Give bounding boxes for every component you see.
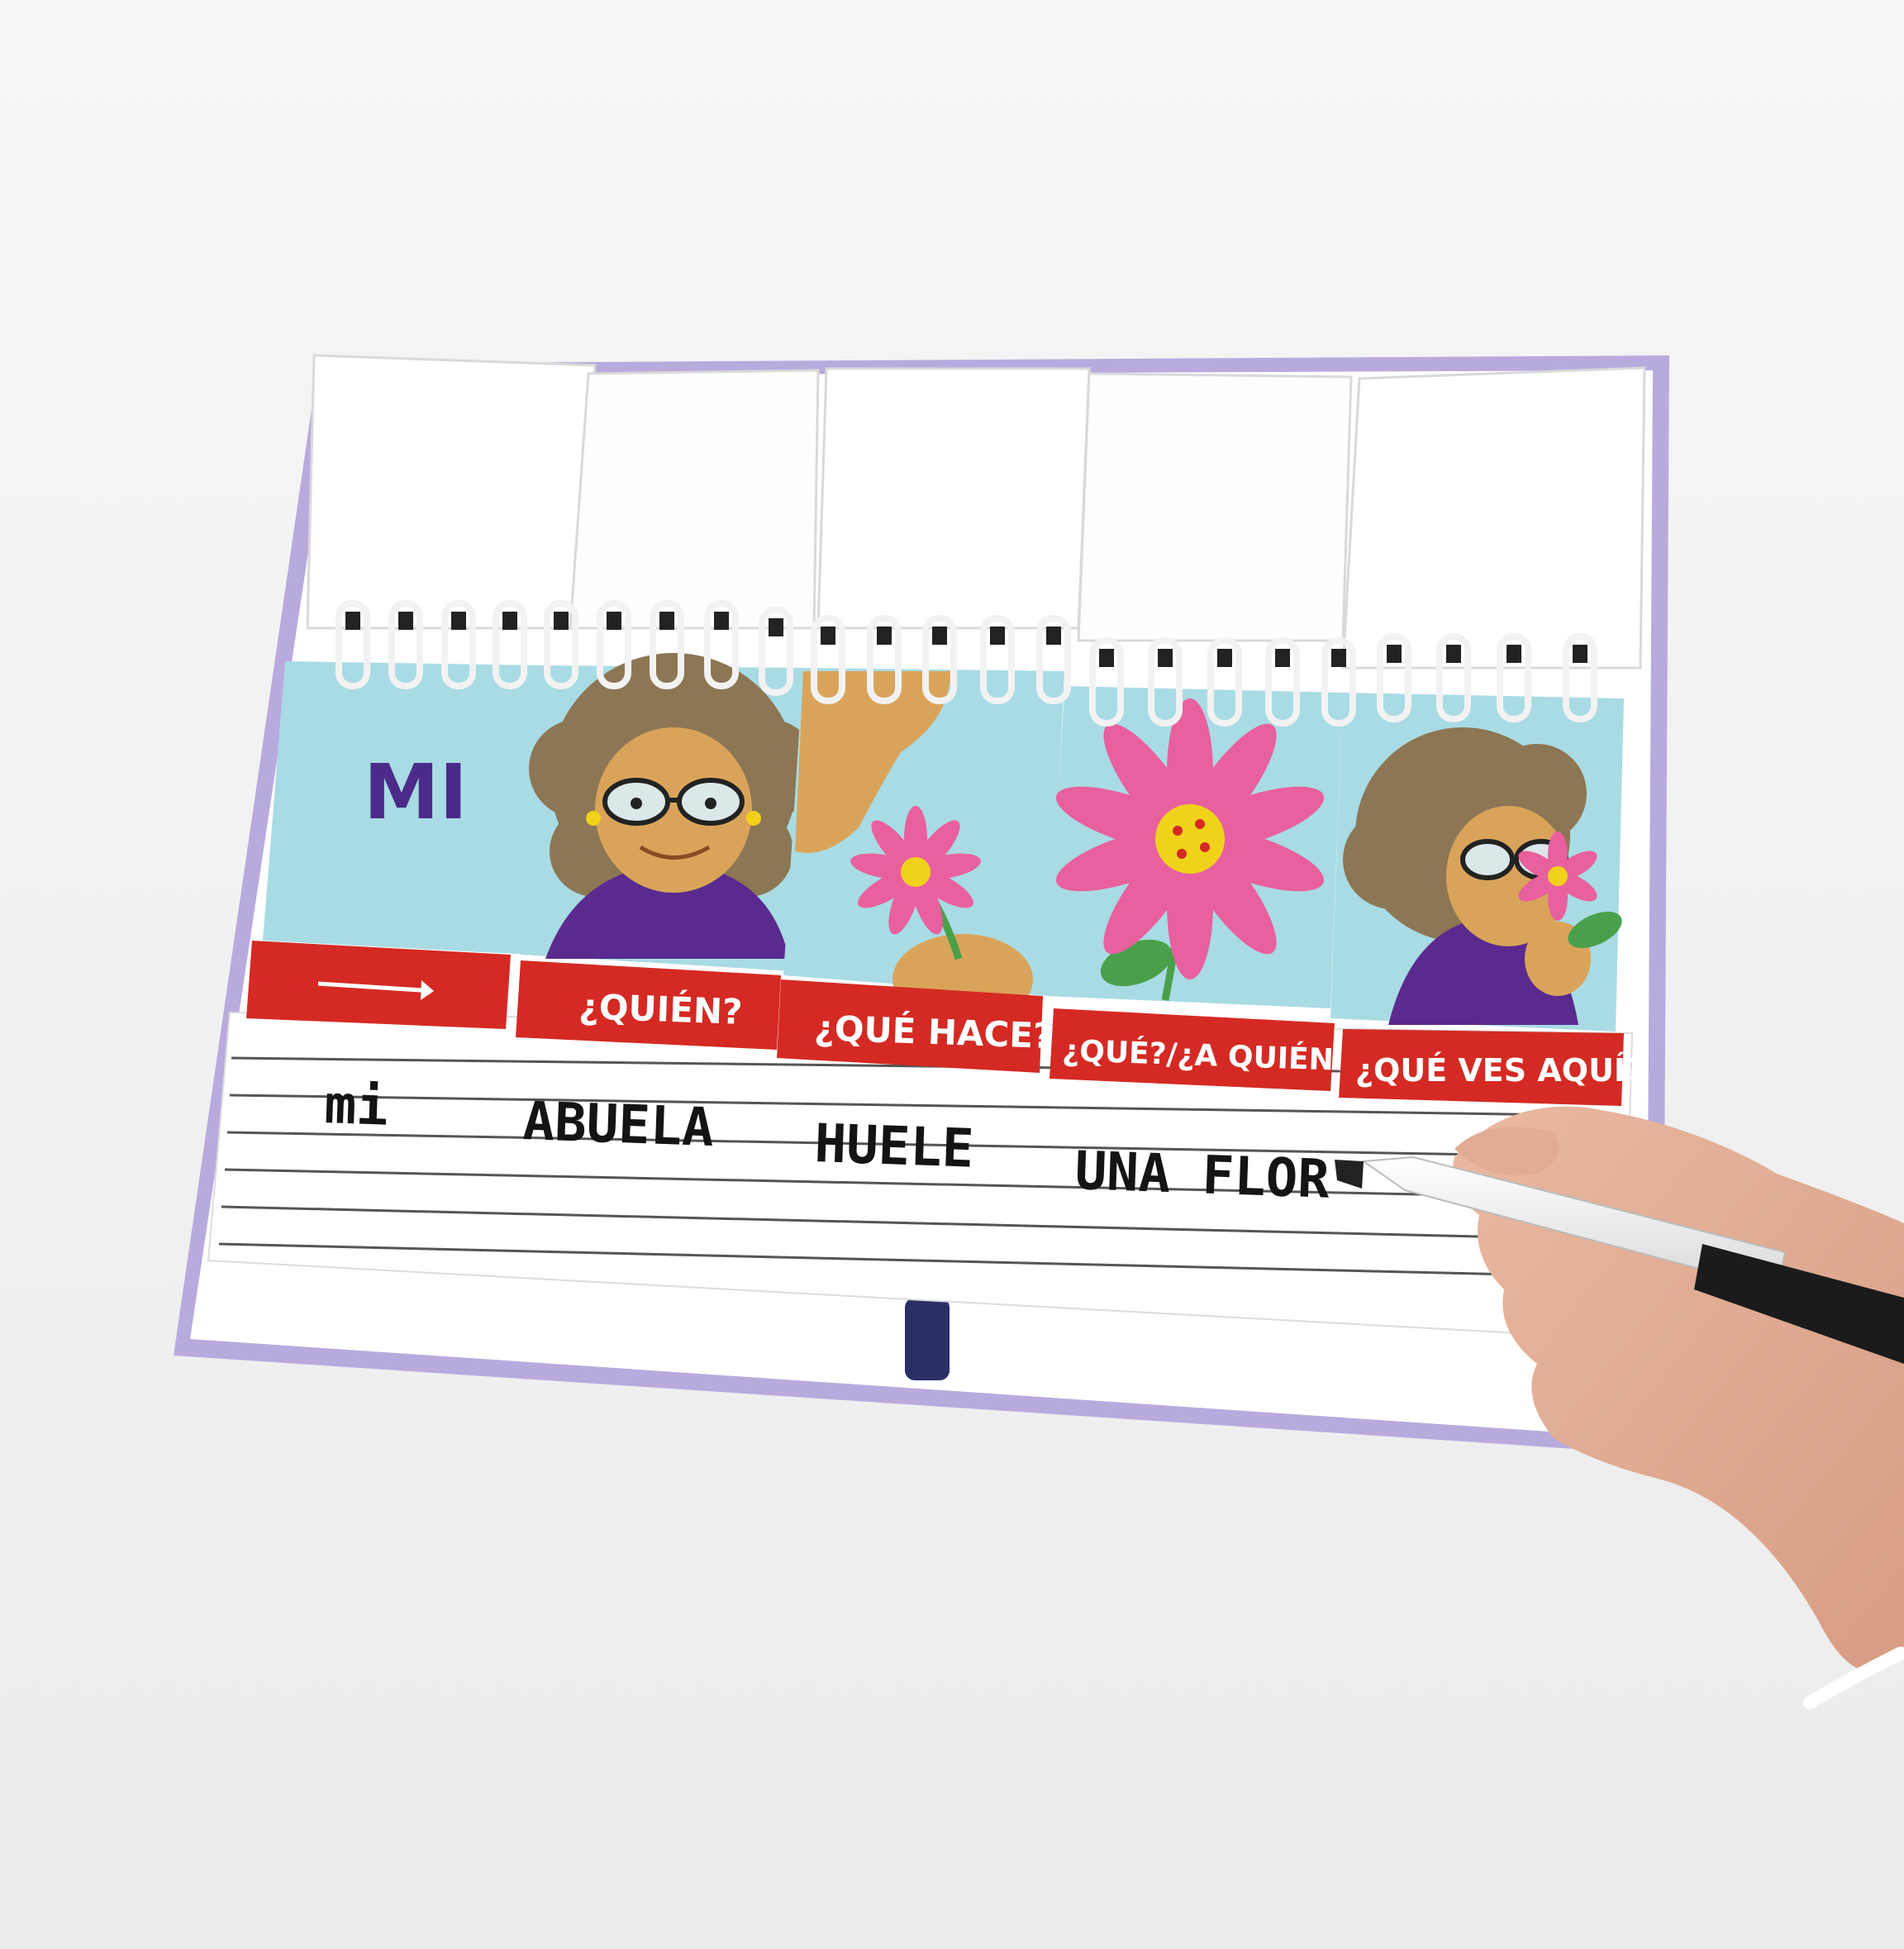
ribbon-bookmark	[905, 1298, 950, 1380]
card-quien[interactable]: ¿QUIÉN?	[516, 653, 818, 1050]
label-bar-arrow	[246, 941, 511, 1029]
card-que-ves-aqui[interactable]: ¿QUÉ VES AQUÍ?	[1330, 693, 1644, 1106]
handwritten-word-4: UNA FLOR	[1073, 1141, 1330, 1211]
card-word-mi: MI	[364, 748, 468, 836]
handwritten-word-2: ABUELA	[521, 1091, 715, 1159]
card-que-hace[interactable]: ¿QUÉ HACE?	[777, 668, 1064, 1073]
label-que-hace: ¿QUÉ HACE?	[814, 1007, 1054, 1056]
card-mi[interactable]: MI	[246, 661, 541, 1029]
photo-scene: mi ABUELA HUELE UNA FLOR MI ¿QUIÉN? ¿QUÉ…	[0, 0, 1904, 1949]
handwritten-word-3: HUELE	[813, 1113, 974, 1180]
label-que-ves-aqui: ¿QUÉ VES AQUÍ?	[1355, 1052, 1644, 1089]
card-que-a-quien[interactable]: ¿QUÉ?/¿A QUIÉN?	[1048, 686, 1351, 1091]
handwritten-word-1: mi	[323, 1075, 389, 1138]
label-quien: ¿QUIÉN?	[578, 985, 744, 1032]
